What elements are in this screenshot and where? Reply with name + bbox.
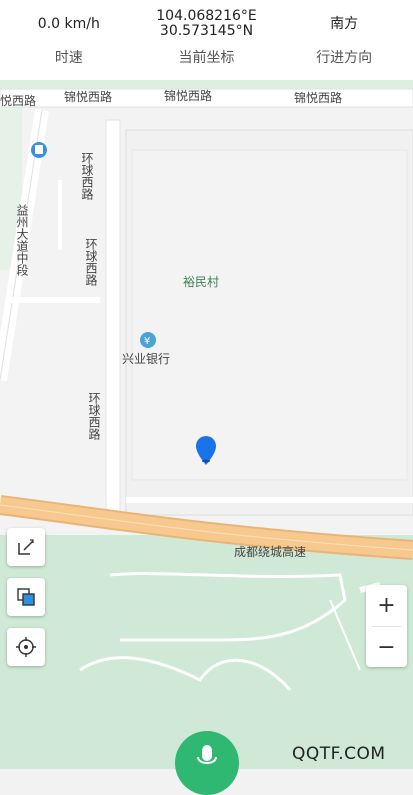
layers-button[interactable] xyxy=(7,578,45,616)
longitude: 104.068216°E xyxy=(156,8,257,24)
edit-icon xyxy=(18,539,34,555)
direction-cell: 南方 行进方向 xyxy=(275,0,413,80)
zoom-in-button[interactable]: + xyxy=(366,585,407,626)
label-huanqiu-1: 环球西路 xyxy=(80,152,94,201)
speed-label: 时速 xyxy=(54,50,83,66)
latitude: 30.573145°N xyxy=(159,23,254,39)
voice-button[interactable] xyxy=(175,731,239,795)
label-road-top-left: 悦西路 xyxy=(0,93,36,108)
coords-value: 104.068216°E 30.573145°N xyxy=(156,0,256,44)
speed-value: 0.0 km/h xyxy=(37,15,100,32)
status-header: 0.0 km/h 时速 104.068216°E 30.573145°N 当前坐… xyxy=(0,0,413,80)
map-canvas[interactable]: 悦西路 锦悦西路 锦悦西路 锦悦西路 环球西路 环球西路 环球西路 益州大道中段… xyxy=(0,80,413,769)
edit-button[interactable] xyxy=(7,528,45,566)
label-yizhou: 益州大道中段 xyxy=(15,204,29,277)
layers-icon xyxy=(17,588,35,606)
label-huanqiu-2: 环球西路 xyxy=(84,238,98,287)
map-view[interactable]: 悦西路 锦悦西路 锦悦西路 锦悦西路 环球西路 环球西路 环球西路 益州大道中段… xyxy=(0,80,413,769)
locate-icon xyxy=(16,637,36,657)
label-highway: 成都绕城高速 xyxy=(234,544,306,559)
label-road-top-1: 锦悦西路 xyxy=(64,89,112,104)
label-village: 裕民村 xyxy=(183,274,219,289)
watermark-text: QQTF.COM xyxy=(292,744,386,764)
speed-cell: 0.0 km/h 时速 xyxy=(0,0,138,80)
zoom-control: + − xyxy=(366,585,407,667)
direction-value: 南方 xyxy=(330,15,359,32)
label-bank: 兴业银行 xyxy=(122,352,170,366)
coords-cell: 104.068216°E 30.573145°N 当前坐标 xyxy=(138,0,276,80)
bank-poi-symbol: ¥ xyxy=(144,336,150,347)
direction-label: 行进方向 xyxy=(316,50,373,66)
label-road-top-2: 锦悦西路 xyxy=(164,88,212,103)
label-road-top-3: 锦悦西路 xyxy=(294,90,342,105)
label-huanqiu-3: 环球西路 xyxy=(87,392,101,441)
locate-button[interactable] xyxy=(7,628,45,666)
zoom-out-button[interactable]: − xyxy=(366,627,407,668)
coords-label: 当前坐标 xyxy=(178,50,235,66)
